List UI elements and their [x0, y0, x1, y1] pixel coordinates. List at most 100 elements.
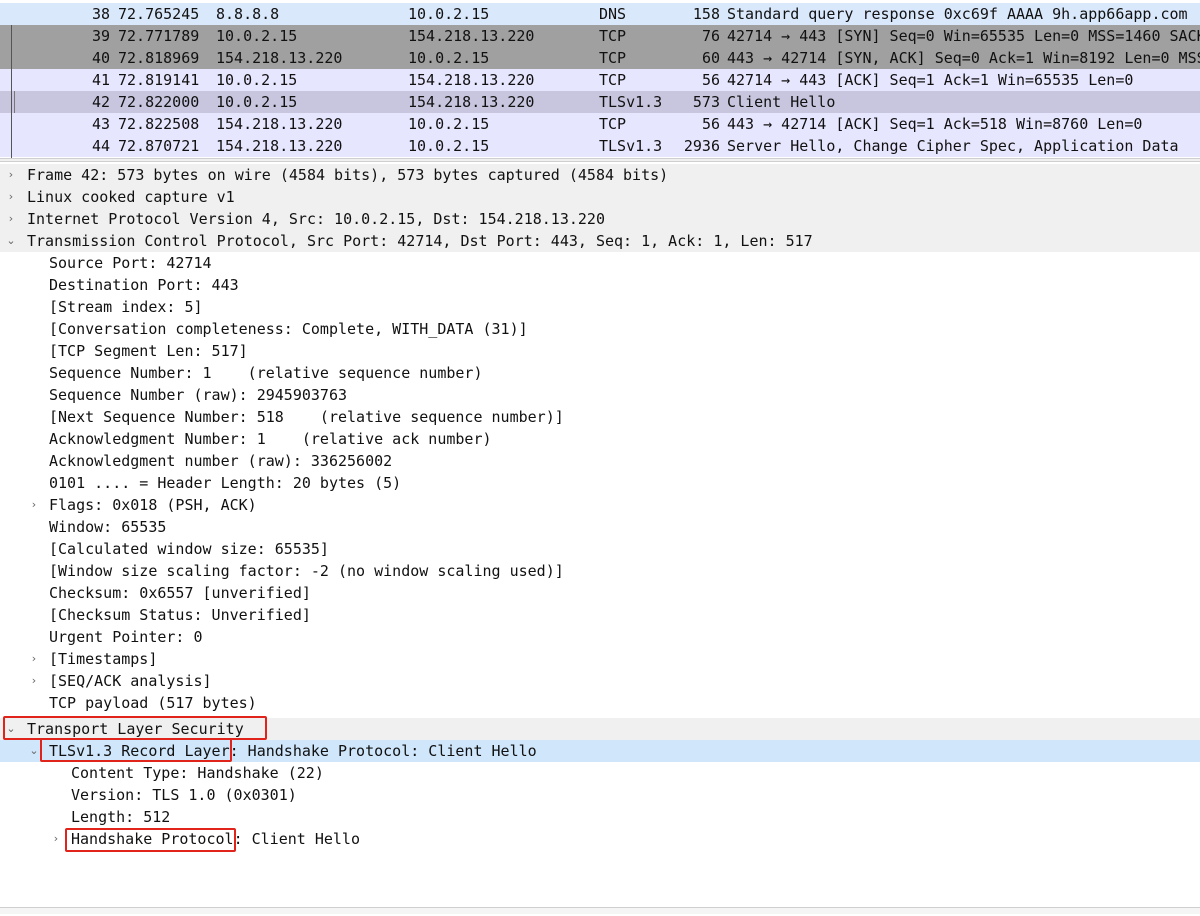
tcp-field-header-length[interactable]: 0101 .... = Header Length: 20 bytes (5)	[0, 472, 1200, 494]
packet-length: 60	[701, 49, 720, 67]
chevron-right-icon[interactable]: ›	[27, 648, 41, 670]
tcp-field-ack-raw[interactable]: Acknowledgment number (raw): 336256002	[0, 450, 1200, 472]
packet-protocol: TCP	[599, 49, 627, 67]
tls-field-length[interactable]: Length: 512	[0, 806, 1200, 828]
chevron-right-icon[interactable]: ›	[4, 164, 18, 186]
field-text: Version: TLS 1.0 (0x0301)	[71, 786, 297, 804]
tcp-field-calculated-window[interactable]: [Calculated window size: 65535]	[0, 538, 1200, 560]
tcp-field-stream-index[interactable]: [Stream index: 5]	[0, 296, 1200, 318]
packet-source: 10.0.2.15	[216, 27, 298, 45]
packet-length: 76	[701, 27, 720, 45]
packet-row-39[interactable]: 39 72.771789 10.0.2.15 154.218.13.220 TC…	[0, 25, 1200, 47]
tcp-field-seq[interactable]: Sequence Number: 1 (relative sequence nu…	[0, 362, 1200, 384]
packet-destination: 154.218.13.220	[408, 93, 535, 111]
tree-item-tcp-flags[interactable]: › Flags: 0x018 (PSH, ACK)	[0, 494, 1200, 516]
tree-item-label: Internet Protocol Version 4, Src: 10.0.2…	[27, 210, 605, 228]
annotation-box-handshake	[65, 828, 236, 852]
packet-info: Client Hello	[727, 93, 836, 111]
tree-item-label: Linux cooked capture v1	[27, 188, 235, 206]
tcp-field-window[interactable]: Window: 65535	[0, 516, 1200, 538]
tree-item-ip[interactable]: › Internet Protocol Version 4, Src: 10.0…	[0, 208, 1200, 230]
packet-info: 42714 → 443 [SYN] Seq=0 Win=65535 Len=0 …	[727, 27, 1200, 45]
packet-no: 39	[91, 27, 110, 45]
tree-item-timestamps[interactable]: › [Timestamps]	[0, 648, 1200, 670]
packet-length: 2936	[683, 137, 720, 155]
packet-no: 38	[91, 5, 110, 23]
field-text: [Stream index: 5]	[49, 298, 203, 316]
annotation-box-tls	[3, 716, 267, 740]
packet-length: 573	[692, 93, 720, 111]
packet-protocol: DNS	[599, 5, 627, 23]
packet-source: 10.0.2.15	[216, 71, 298, 89]
tree-item-seq-ack-analysis[interactable]: › [SEQ/ACK analysis]	[0, 670, 1200, 692]
chevron-right-icon[interactable]: ›	[4, 208, 18, 230]
field-text: [TCP Segment Len: 517]	[49, 342, 248, 360]
annotation-box-record-layer	[40, 738, 232, 762]
tcp-field-checksum[interactable]: Checksum: 0x6557 [unverified]	[0, 582, 1200, 604]
tcp-field-ack[interactable]: Acknowledgment Number: 1 (relative ack n…	[0, 428, 1200, 450]
tcp-field-window-scaling[interactable]: [Window size scaling factor: -2 (no wind…	[0, 560, 1200, 582]
tcp-field-next-seq[interactable]: [Next Sequence Number: 518 (relative seq…	[0, 406, 1200, 428]
field-text: Checksum: 0x6557 [unverified]	[49, 584, 311, 602]
packet-row-44[interactable]: 44 72.870721 154.218.13.220 10.0.2.15 TL…	[0, 135, 1200, 157]
packet-source: 154.218.13.220	[216, 137, 343, 155]
field-text: Content Type: Handshake (22)	[71, 764, 324, 782]
packet-destination: 10.0.2.15	[408, 137, 490, 155]
packet-time: 72.822000	[118, 93, 200, 111]
packet-destination: 10.0.2.15	[408, 5, 490, 23]
packet-protocol: TCP	[599, 115, 627, 133]
tcp-field-checksum-status[interactable]: [Checksum Status: Unverified]	[0, 604, 1200, 626]
tls-field-content-type[interactable]: Content Type: Handshake (22)	[0, 762, 1200, 784]
packet-source: 154.218.13.220	[216, 49, 343, 67]
pane-splitter[interactable]	[0, 158, 1200, 162]
field-text: TCP payload (517 bytes)	[49, 694, 257, 712]
chevron-down-icon[interactable]: ⌄	[4, 230, 18, 252]
tcp-field-destination-port[interactable]: Destination Port: 443	[0, 274, 1200, 296]
tcp-field-source-port[interactable]: Source Port: 42714	[0, 252, 1200, 274]
chevron-down-icon[interactable]: ⌄	[27, 740, 41, 762]
tree-item-tcp[interactable]: ⌄ Transmission Control Protocol, Src Por…	[0, 230, 1200, 252]
field-text: Flags: 0x018 (PSH, ACK)	[49, 496, 257, 514]
tree-item-frame[interactable]: › Frame 42: 573 bytes on wire (4584 bits…	[0, 164, 1200, 186]
chevron-right-icon[interactable]: ›	[27, 670, 41, 692]
field-text: [Conversation completeness: Complete, WI…	[49, 320, 528, 338]
field-text: 0101 .... = Header Length: 20 bytes (5)	[49, 474, 402, 492]
chevron-right-icon[interactable]: ›	[27, 494, 41, 516]
field-text: [SEQ/ACK analysis]	[49, 672, 212, 690]
tcp-field-seq-raw[interactable]: Sequence Number (raw): 2945903763	[0, 384, 1200, 406]
packet-info: 42714 → 443 [ACK] Seq=1 Ack=1 Win=65535 …	[727, 71, 1134, 89]
tcp-field-urgent-pointer[interactable]: Urgent Pointer: 0	[0, 626, 1200, 648]
related-packet-marker	[14, 91, 15, 113]
field-text: Window: 65535	[49, 518, 167, 536]
chevron-right-icon[interactable]: ›	[4, 186, 18, 208]
field-text: [Timestamps]	[49, 650, 158, 668]
packet-length: 158	[692, 5, 720, 23]
field-text: Destination Port: 443	[49, 276, 239, 294]
field-text: Acknowledgment Number: 1 (relative ack n…	[49, 430, 492, 448]
packet-length: 56	[701, 115, 720, 133]
packet-info: Server Hello, Change Cipher Spec, Applic…	[727, 137, 1179, 155]
field-text: Sequence Number: 1 (relative sequence nu…	[49, 364, 483, 382]
field-text: Source Port: 42714	[49, 254, 212, 272]
packet-row-40[interactable]: 40 72.818969 154.218.13.220 10.0.2.15 TC…	[0, 47, 1200, 69]
packet-row-42-selected[interactable]: 42 72.822000 10.0.2.15 154.218.13.220 TL…	[0, 91, 1200, 113]
field-text: Sequence Number (raw): 2945903763	[49, 386, 348, 404]
conversation-line	[11, 25, 12, 158]
chevron-right-icon[interactable]: ›	[49, 828, 63, 850]
tree-item-linux-cooked[interactable]: › Linux cooked capture v1	[0, 186, 1200, 208]
tcp-field-segment-len[interactable]: [TCP Segment Len: 517]	[0, 340, 1200, 362]
packet-time: 72.822508	[118, 115, 200, 133]
packet-row-38[interactable]: 38 72.765245 8.8.8.8 10.0.2.15 DNS 158 S…	[0, 3, 1200, 25]
packet-protocol: TLSv1.3	[599, 137, 663, 155]
packet-source: 8.8.8.8	[216, 5, 280, 23]
packet-protocol: TLSv1.3	[599, 93, 663, 111]
tcp-field-conversation-completeness[interactable]: [Conversation completeness: Complete, WI…	[0, 318, 1200, 340]
packet-source: 154.218.13.220	[216, 115, 343, 133]
packet-row-41[interactable]: 41 72.819141 10.0.2.15 154.218.13.220 TC…	[0, 69, 1200, 91]
tcp-field-payload[interactable]: TCP payload (517 bytes)	[0, 692, 1200, 714]
packet-info: 443 → 42714 [ACK] Seq=1 Ack=518 Win=8760…	[727, 115, 1143, 133]
tree-item-label: Frame 42: 573 bytes on wire (4584 bits),…	[27, 166, 669, 184]
packet-row-43[interactable]: 43 72.822508 154.218.13.220 10.0.2.15 TC…	[0, 113, 1200, 135]
field-text: [Calculated window size: 65535]	[49, 540, 329, 558]
tls-field-version[interactable]: Version: TLS 1.0 (0x0301)	[0, 784, 1200, 806]
